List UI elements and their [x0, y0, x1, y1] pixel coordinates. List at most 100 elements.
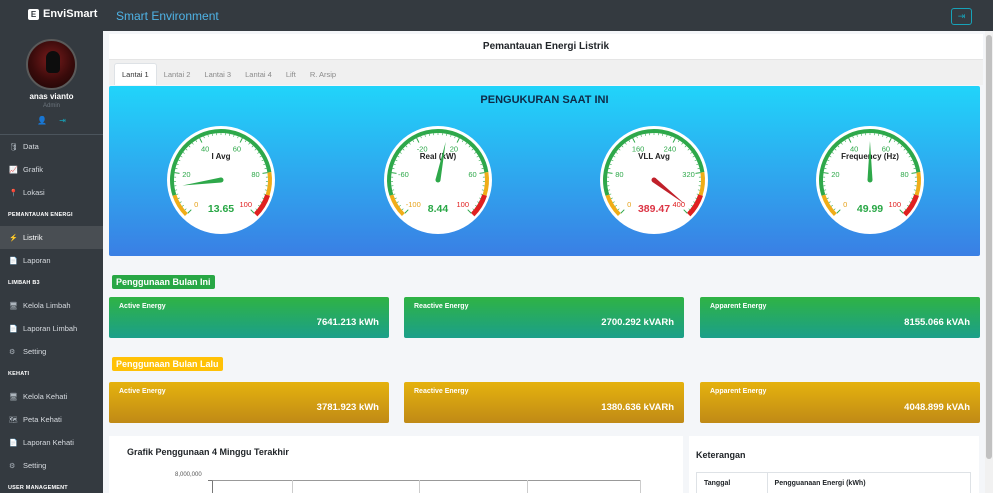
sidebar-item-laporan-kehati[interactable]: 📄 Laporan Kehati — [0, 431, 103, 454]
chart-plot-area — [212, 480, 640, 493]
sidebar-item-kelola-kehati[interactable]: 🖥 Kelola Kehati — [0, 385, 103, 408]
sidebar-item-grafik[interactable]: 📈 Grafik — [0, 158, 103, 181]
gauge-dial: 0 20 40 60 80 100 I Avg 13.65 — [167, 126, 275, 234]
logout-button[interactable]: ⇥ — [951, 8, 972, 25]
sidebar-item-label: Peta Kehati — [23, 415, 62, 424]
sidebar-menu: 🛢 Data 📈 Grafik 📍 Lokasi PEMANTAUAN ENERGI ⚡ Lis… — [0, 135, 103, 493]
avatar[interactable] — [26, 39, 77, 90]
column-header-usage: Pengguanaan Energi (kWh) — [766, 472, 972, 493]
page-title: Pemantauan Energi Listrik — [109, 34, 983, 60]
sidebar: anas vianto Admin 👤 ⇥ 🛢 Data 📈 Grafik 📍 Lokas… — [0, 31, 103, 493]
gauge-real-kw: -100 -60 -20 20 60 100 Real (kW) 8.44 — [382, 124, 494, 236]
file-icon: 📄 — [9, 325, 18, 333]
sidebar-item-setting[interactable]: ⚙ Setting — [0, 340, 103, 363]
gear-icon: ⚙ — [9, 348, 16, 356]
app-title: Smart Environment — [116, 9, 219, 23]
this-month-label: Penggunaan Bulan Ini — [112, 275, 215, 289]
tab-lift[interactable]: Lift — [279, 63, 303, 85]
sidebar-item-label: Kelola Limbah — [23, 301, 71, 310]
y-axis-tick-label: 8,000,000 — [175, 472, 202, 478]
chart-gridline — [640, 480, 641, 493]
sidebar-item-laporan[interactable]: 📄 Laporan — [0, 249, 103, 272]
sign-out-icon: ⇥ — [957, 11, 966, 21]
sidebar-item-listrik[interactable]: ⚡ Listrik — [0, 226, 103, 249]
gauge-tick-label: 100 — [456, 200, 469, 209]
gauge-value: 8.44 — [428, 203, 449, 215]
gauge-tick-label: 0 — [194, 200, 198, 209]
stat-label: Reactive Energy — [414, 388, 469, 395]
gauge-dial: 02040 6080100Frequency (Hz)49.99 — [816, 126, 924, 234]
user-profile-icon[interactable]: 👤 — [37, 116, 47, 125]
main-content: Pemantauan Energi Listrik Lantai 1 Lantai… — [103, 31, 985, 493]
gauge-tick-label: -100 — [406, 200, 421, 209]
sidebar-item-setting[interactable]: ⚙ Setting — [0, 454, 103, 477]
sidebar-section-header: KEHATI — [8, 371, 30, 377]
map-pin-icon: 📍 — [9, 189, 18, 197]
last-month-reactive-card: Reactive Energy 1380.636 kVARh — [404, 382, 684, 423]
gauge-tick-label: 0 — [627, 200, 631, 209]
chart-line-icon: 📈 — [9, 166, 18, 174]
sidebar-item-label: Laporan Kehati — [23, 438, 74, 447]
gauge-value: 13.65 — [208, 203, 234, 215]
column-header-date: Tanggal — [696, 472, 768, 493]
tab-lantai-4[interactable]: Lantai 4 — [238, 63, 279, 85]
chart-gridline — [419, 480, 420, 493]
usage-table: Tanggal Pengguanaan Energi (kWh) — [696, 472, 972, 493]
gauge-tick-label: 60 — [468, 170, 476, 179]
sidebar-item-kelola-limbah[interactable]: 🖥 Kelola Limbah — [0, 294, 103, 317]
gauge-value: 389.47 — [638, 203, 670, 215]
sidebar-item-peta-kehati[interactable]: 🗺 Peta Kehati — [0, 408, 103, 431]
gauge-label: VLL Avg — [638, 152, 670, 161]
gear-icon: ⚙ — [9, 462, 16, 470]
stat-value: 7641.213 kWh — [316, 317, 379, 328]
chart-gridline — [292, 480, 293, 493]
sidebar-item-lokasi[interactable]: 📍 Lokasi — [0, 181, 103, 204]
gauge-tick-label: 80 — [615, 170, 623, 179]
sidebar-item-label: Grafik — [23, 165, 44, 174]
gauge-band-high — [265, 172, 272, 196]
sidebar-item-label: Data — [23, 142, 39, 151]
desktop-icon: 🖥 — [9, 393, 18, 401]
gauge-tick-label: 80 — [900, 170, 908, 179]
brand-name: EnviSmart — [43, 8, 98, 20]
this-month-active-card: Active Energy 7641.213 kWh — [109, 297, 389, 338]
user-name: anas vianto — [29, 92, 74, 101]
brand-logo[interactable]: E EnviSmart — [28, 8, 97, 20]
gauge-tick-label: 40 — [201, 144, 209, 153]
gauge-band-high — [482, 172, 489, 196]
gauge-panel: PENGUKURAN SAAT INI 0 20 40 60 80 100 I Avg 13.… — [109, 86, 980, 256]
gauge-band-high — [914, 172, 921, 196]
bolt-icon: ⚡ — [9, 234, 18, 242]
file-icon: 📄 — [9, 257, 18, 265]
sidebar-item-data[interactable]: 🛢 Data — [0, 135, 103, 158]
top-navbar: E EnviSmart Smart Environment ⇥ — [0, 0, 993, 31]
sidebar-item-label: Listrik — [23, 233, 43, 242]
tab-lantai-3[interactable]: Lantai 3 — [197, 63, 238, 85]
database-icon: 🛢 — [9, 143, 18, 151]
gauge-tick-label: 60 — [233, 144, 241, 153]
floor-tabs: Lantai 1 Lantai 2 Lantai 3 Lantai 4 Lift R. A… — [109, 60, 983, 85]
file-icon: 📄 — [9, 439, 18, 447]
tab-lantai-2[interactable]: Lantai 2 — [157, 63, 198, 85]
scrollbar-thumb[interactable] — [986, 35, 992, 459]
gauge-dial: 080160 240320400VLL Avg389.47 — [600, 126, 708, 234]
last-month-label: Penggunaan Bulan Lalu — [112, 357, 223, 371]
gauge-tick-label: 20 — [831, 170, 839, 179]
this-month-reactive-card: Reactive Energy 2700.292 kVARh — [404, 297, 684, 338]
sidebar-item-label: Laporan — [23, 256, 51, 265]
tab-lantai-1[interactable]: Lantai 1 — [114, 63, 157, 85]
gauge-tick-label: 80 — [251, 170, 259, 179]
gauge-panel-title: PENGUKURAN SAAT INI — [480, 94, 609, 106]
sidebar-item-label: Setting — [23, 461, 47, 470]
gauge-label: Real (kW) — [420, 152, 457, 161]
stat-value: 4048.899 kVAh — [904, 402, 970, 413]
weekly-usage-chart-card: Grafik Penggunaan 4 Minggu Terakhir 8,00… — [109, 436, 683, 493]
gauge-tick-label: 20 — [182, 170, 190, 179]
sidebar-item-laporan-limbah[interactable]: 📄 Laporan Limbah — [0, 317, 103, 340]
table-header-row: Tanggal Pengguanaan Energi (kWh) — [696, 472, 972, 493]
tab-r-arsip[interactable]: R. Arsip — [303, 63, 343, 85]
sidebar-section-header: USER MANAGEMENT — [8, 485, 68, 491]
page-scrollbar[interactable] — [985, 31, 993, 493]
stat-label: Reactive Energy — [414, 303, 469, 310]
sign-out-icon[interactable]: ⇥ — [59, 116, 66, 125]
